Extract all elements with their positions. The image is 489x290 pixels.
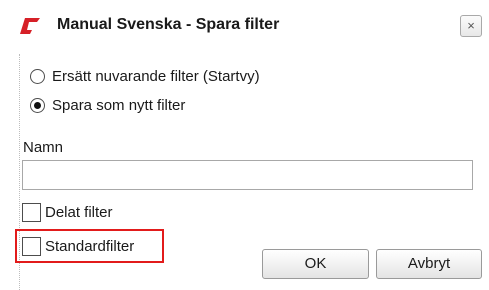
replace-filter-radio[interactable] [30,68,45,84]
shared-filter-checkbox[interactable] [22,202,41,222]
cancel-button[interactable]: Avbryt [376,249,482,279]
default-filter-row[interactable]: Standardfilter [22,234,134,258]
title-bar: Manual Svenska - Spara filter × [0,0,489,51]
app-logo-icon [20,18,40,34]
name-field-label: Namn [23,139,64,156]
option-save-new-row[interactable]: Spara som nytt filter [30,95,185,115]
save-new-filter-label: Spara som nytt filter [52,96,186,114]
name-input[interactable] [22,160,473,190]
default-filter-label: Standardfilter [45,237,135,255]
save-new-filter-radio[interactable] [30,97,45,113]
replace-filter-label: Ersätt nuvarande filter (Startvy) [52,67,260,85]
ok-button[interactable]: OK [262,249,369,279]
shared-filter-label: Delat filter [45,203,113,221]
default-filter-checkbox[interactable] [22,236,41,256]
option-replace-row[interactable]: Ersätt nuvarande filter (Startvy) [30,66,260,86]
close-icon: × [467,18,475,33]
save-filter-dialog: Manual Svenska - Spara filter × Ersätt n… [0,0,489,290]
shared-filter-row[interactable]: Delat filter [22,200,113,224]
dialog-title: Manual Svenska - Spara filter [57,16,280,33]
close-button[interactable]: × [460,15,482,37]
